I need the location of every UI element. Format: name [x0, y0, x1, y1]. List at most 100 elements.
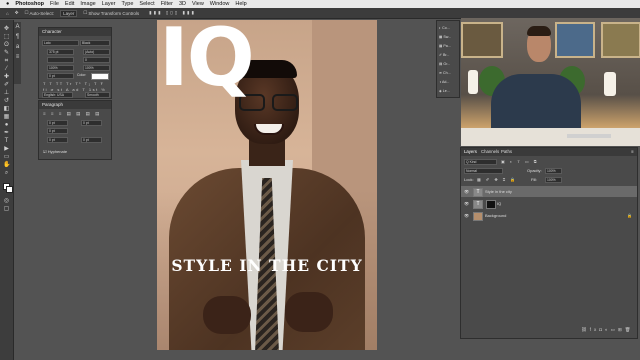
new-group-icon[interactable]: ▭: [611, 327, 618, 332]
move-tool-icon[interactable]: ✥: [3, 26, 10, 33]
glyphs-panel-icon[interactable]: a: [14, 44, 21, 51]
styles-panel-icon[interactable]: ≡: [14, 54, 21, 61]
hand-tool-icon[interactable]: ✋: [3, 162, 10, 169]
history-brush-tool-icon[interactable]: ↺: [3, 98, 10, 105]
lock-icons[interactable]: ▦ ✐ ✥ ⌗ 🔒: [477, 177, 517, 182]
alignment-buttons[interactable]: ≡ ≡ ≡ ▤ ▤ ▤ ▤: [43, 111, 101, 117]
leading-field[interactable]: (Auto): [83, 49, 110, 55]
shape-tool-icon[interactable]: ▭: [3, 154, 10, 161]
auto-select-checkbox[interactable]: ☐: [25, 10, 29, 16]
dock-adjustments-item[interactable]: ◑ Ad...: [439, 78, 451, 87]
baseline-shift-field[interactable]: 0 pt: [47, 73, 74, 79]
panel-menu-icon[interactable]: ≡: [631, 148, 634, 156]
indent-left-field[interactable]: 0 pt: [47, 120, 68, 126]
antialias-dropdown[interactable]: Smooth: [85, 92, 110, 98]
dock-layers-item[interactable]: ◈ Le...: [439, 87, 451, 96]
character-panel-icon[interactable]: A: [14, 24, 21, 31]
visibility-eye-icon[interactable]: 👁: [464, 186, 469, 197]
layer-name[interactable]: Background: [485, 210, 506, 221]
language-dropdown[interactable]: English: USA: [42, 92, 73, 98]
tab-layers[interactable]: Layers: [464, 148, 477, 156]
eyedropper-tool-icon[interactable]: ⁄: [3, 66, 10, 73]
layer-name[interactable]: IQ: [497, 198, 501, 209]
menu-help[interactable]: Help: [235, 1, 246, 7]
layer-filter-icons[interactable]: ▣ ◐ T ▭ ⧉: [501, 159, 539, 164]
quick-select-tool-icon[interactable]: ✎: [3, 50, 10, 57]
dock-patterns-item[interactable]: ▩ Pa...: [439, 42, 451, 51]
marquee-tool-icon[interactable]: ⬚: [3, 34, 10, 41]
opacity-field[interactable]: 100%: [545, 168, 562, 174]
screen-mode-icon[interactable]: ▢: [3, 206, 10, 213]
eraser-tool-icon[interactable]: ◧: [3, 106, 10, 113]
healing-tool-icon[interactable]: ✚: [3, 74, 10, 81]
vertical-scale-field[interactable]: 100%: [47, 65, 74, 71]
auto-select-dropdown[interactable]: Layer: [60, 9, 78, 17]
pen-tool-icon[interactable]: ✒: [3, 130, 10, 137]
space-before-field[interactable]: 0 pt: [47, 137, 68, 143]
space-after-field[interactable]: 0 pt: [81, 137, 102, 143]
first-line-indent-field[interactable]: 0 pt: [47, 128, 68, 134]
show-transform-checkbox[interactable]: ☐: [83, 10, 87, 16]
move-tool-icon[interactable]: ✥: [15, 10, 19, 16]
hyphenate-checkbox[interactable]: ☑: [43, 149, 47, 154]
masthead-iq[interactable]: IQ: [159, 20, 255, 106]
menu-select[interactable]: Select: [139, 1, 154, 7]
dodge-tool-icon[interactable]: ●: [3, 122, 10, 129]
clone-stamp-tool-icon[interactable]: ⊥: [3, 90, 10, 97]
kerning-field[interactable]: [47, 57, 74, 63]
font-size-field[interactable]: 375 pt: [47, 49, 74, 55]
background-color-swatch[interactable]: [6, 186, 13, 193]
apple-menu-icon[interactable]: ●: [6, 1, 9, 7]
align-icons[interactable]: ▮▮▮ ▯▯▯ ▮▮▮: [149, 10, 196, 16]
type-style-buttons[interactable]: T T TT Tr T¹ T₁ T Ŧ: [43, 81, 104, 86]
cover-line-text[interactable]: STYLE IN THE CITY: [157, 256, 377, 275]
menu-window[interactable]: Window: [210, 1, 230, 7]
menu-3d[interactable]: 3D: [179, 1, 186, 7]
font-style-dropdown[interactable]: Black: [80, 40, 110, 46]
fx-icon[interactable]: fx: [590, 327, 600, 332]
menu-file[interactable]: File: [50, 1, 59, 7]
fill-field[interactable]: 100%: [545, 177, 562, 183]
delete-layer-icon[interactable]: 🗑: [625, 327, 634, 332]
layer-name[interactable]: Style in the city: [485, 186, 512, 197]
layer-row-style-in-the-city[interactable]: 👁 T Style in the city: [461, 186, 637, 197]
layer-row-iq[interactable]: 👁 T IQ: [461, 198, 637, 209]
lasso-tool-icon[interactable]: ʘ: [3, 42, 10, 49]
tracking-field[interactable]: 0: [83, 57, 110, 63]
indent-right-field[interactable]: 0 pt: [81, 120, 102, 126]
menu-filter[interactable]: Filter: [161, 1, 173, 7]
menu-view[interactable]: View: [192, 1, 204, 7]
dock-color-item[interactable]: ◐ Co...: [439, 24, 451, 33]
quick-mask-icon[interactable]: ◎: [3, 198, 10, 205]
path-select-tool-icon[interactable]: ▶: [3, 146, 10, 153]
visibility-eye-icon[interactable]: 👁: [464, 198, 469, 209]
zoom-tool-icon[interactable]: ⌕: [3, 170, 10, 177]
crop-tool-icon[interactable]: ⌗: [3, 58, 10, 65]
layer-kind-filter[interactable]: Q Kind: [464, 159, 497, 165]
new-layer-icon[interactable]: ⊞: [618, 327, 625, 332]
menu-app-name[interactable]: Photoshop: [15, 1, 44, 7]
menu-layer[interactable]: Layer: [102, 1, 116, 7]
menu-image[interactable]: Image: [80, 1, 95, 7]
brush-tool-icon[interactable]: ✐: [3, 82, 10, 89]
menu-type[interactable]: Type: [121, 1, 133, 7]
document-canvas[interactable]: IQ STYLE IN THE CITY: [157, 20, 377, 350]
layer-row-background[interactable]: 👁 Background 🔒: [461, 210, 637, 221]
type-tool-icon[interactable]: T: [3, 138, 10, 145]
hyphenate-row[interactable]: ☑ Hyphenate: [43, 149, 67, 154]
visibility-eye-icon[interactable]: 👁: [464, 210, 469, 221]
dock-gradients-item[interactable]: ▤ Gr...: [439, 60, 451, 69]
paragraph-panel-icon[interactable]: ¶: [14, 34, 21, 41]
text-color-swatch[interactable]: [91, 73, 109, 80]
tab-paths[interactable]: Paths: [501, 148, 512, 156]
menu-edit[interactable]: Edit: [65, 1, 74, 7]
layers-footer-buttons[interactable]: ⛓fx◘◐▭⊞🗑: [581, 327, 633, 333]
gradient-tool-icon[interactable]: ▦: [3, 114, 10, 121]
blend-mode-dropdown[interactable]: Normal: [464, 168, 503, 174]
dock-swatches-item[interactable]: ▦ Sw...: [439, 33, 451, 42]
font-family-dropdown[interactable]: Lato: [42, 40, 79, 46]
link-layers-icon[interactable]: ⛓: [581, 327, 590, 332]
dock-channels-item[interactable]: ≋ Ch...: [439, 69, 451, 78]
tab-channels[interactable]: Channels: [481, 148, 499, 156]
home-icon[interactable]: ⌂: [6, 11, 9, 16]
